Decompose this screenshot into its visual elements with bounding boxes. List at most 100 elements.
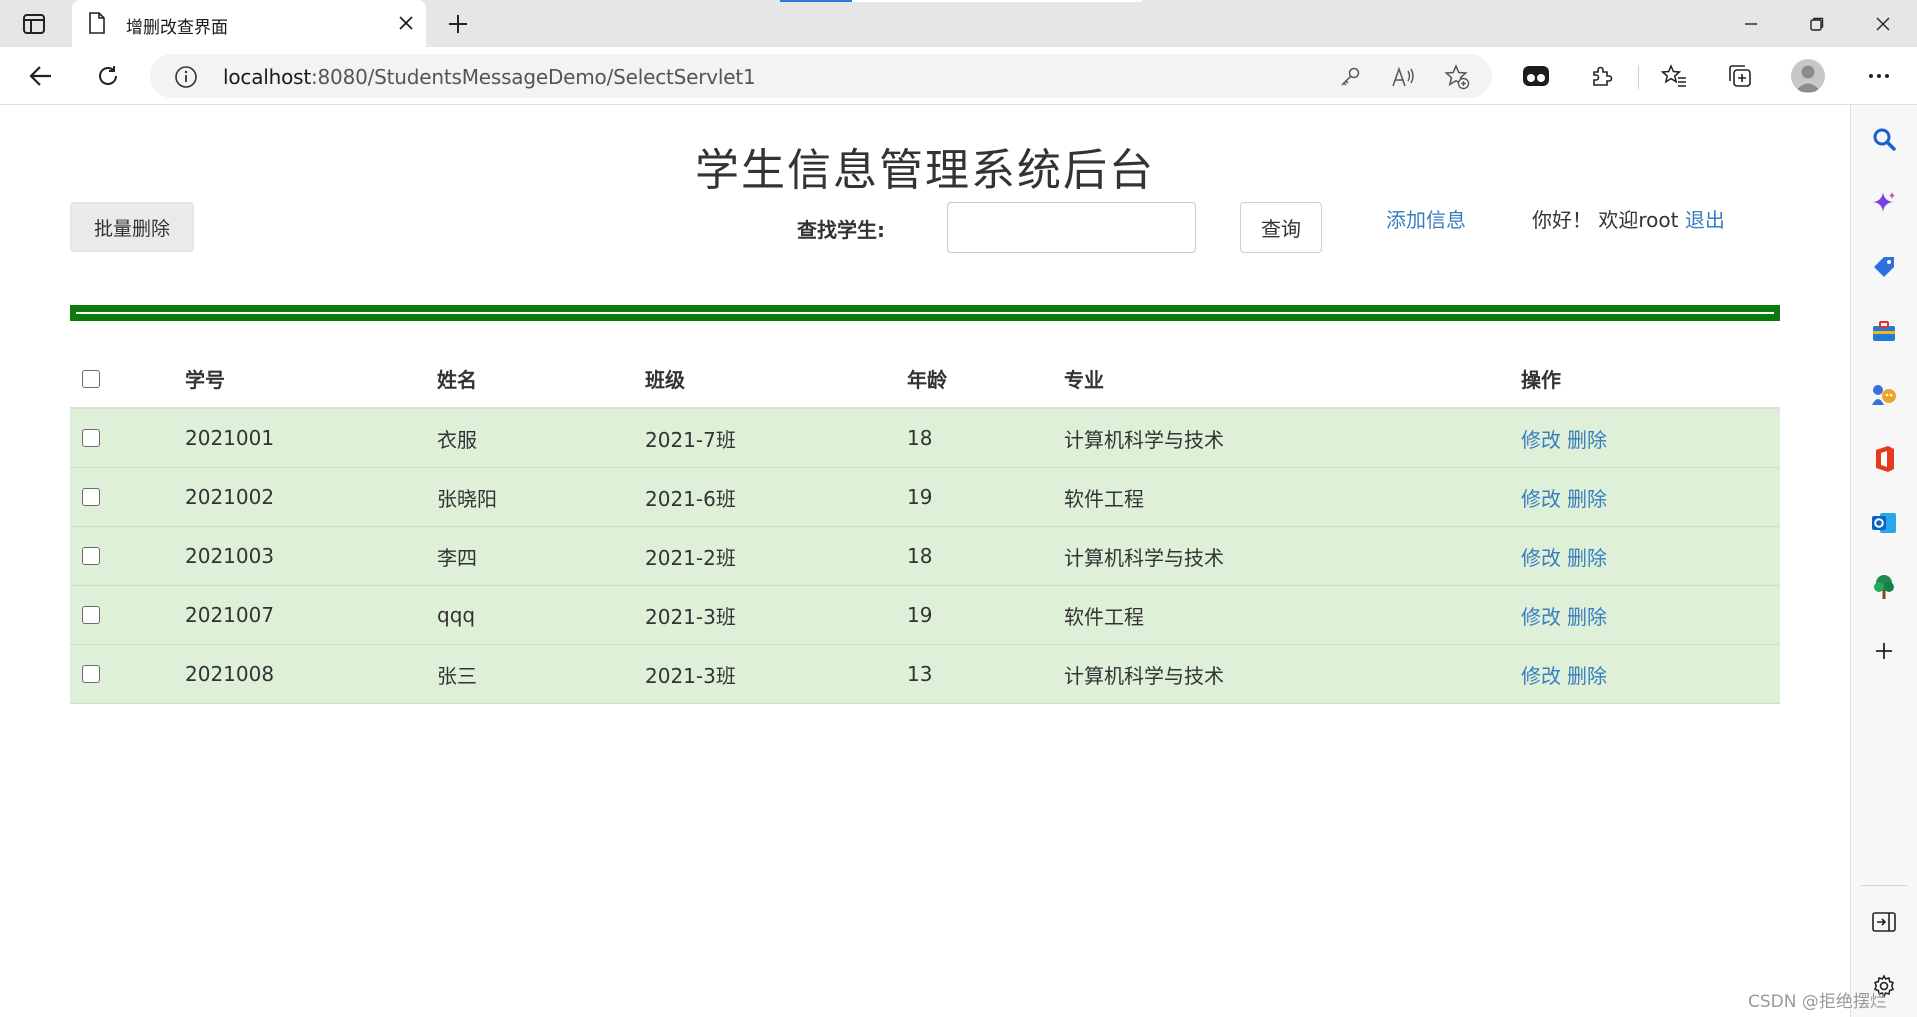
row-checkbox[interactable]	[82, 547, 100, 565]
batch-delete-button[interactable]: 批量删除	[70, 202, 194, 252]
welcome-text: 你好！ 欢迎root	[1532, 208, 1679, 232]
cell-major: 软件工程	[1064, 604, 1144, 629]
cell-class: 2021-3班	[645, 663, 736, 688]
cell-major: 计算机科学与技术	[1064, 427, 1224, 452]
address-bar[interactable]: localhost:8080/StudentsMessageDemo/Selec…	[150, 54, 1492, 98]
search-input[interactable]	[947, 202, 1196, 253]
cell-class: 2021-7班	[645, 427, 736, 452]
cell-actions: 修改 删除	[1521, 586, 1613, 644]
cell-id: 2021008	[185, 662, 275, 686]
cell-name: 衣服	[437, 427, 477, 452]
header-name: 姓名	[437, 368, 477, 392]
cell-age: 19	[907, 485, 933, 509]
edit-link[interactable]: 修改	[1521, 542, 1561, 571]
header-major: 专业	[1064, 368, 1104, 392]
cell-age: 18	[907, 426, 933, 450]
table-row: 2021001 衣服 2021-7班 18 计算机科学与技术 修改 删除	[70, 409, 1780, 468]
delete-link[interactable]: 删除	[1567, 483, 1607, 512]
tab-actions-icon[interactable]	[16, 8, 52, 40]
add-info-link[interactable]: 添加信息	[1386, 204, 1466, 233]
row-checkbox[interactable]	[82, 429, 100, 447]
cell-name: qqq	[437, 603, 476, 627]
add-favorite-icon[interactable]	[1443, 63, 1471, 91]
refresh-icon[interactable]	[90, 58, 126, 94]
key-icon[interactable]	[1336, 63, 1364, 91]
header-age: 年龄	[907, 368, 947, 392]
tree-icon[interactable]	[1868, 571, 1900, 603]
tools-briefcase-icon[interactable]	[1868, 315, 1900, 347]
add-icon[interactable]	[1868, 635, 1900, 667]
query-button[interactable]: 查询	[1240, 202, 1322, 253]
shopping-tag-icon[interactable]	[1868, 251, 1900, 283]
loading-indicator	[780, 0, 852, 2]
row-checkbox[interactable]	[82, 665, 100, 683]
games-icon[interactable]	[1868, 379, 1900, 411]
table-row: 2021003 李四 2021-2班 18 计算机科学与技术 修改 删除	[70, 527, 1780, 586]
edit-link[interactable]: 修改	[1521, 424, 1561, 453]
hide-sidebar-icon[interactable]	[1868, 906, 1900, 938]
table-row: 2021008 张三 2021-3班 13 计算机科学与技术 修改 删除	[70, 645, 1780, 704]
url-text: localhost:8080/StudentsMessageDemo/Selec…	[223, 65, 756, 89]
site-info-icon[interactable]	[174, 65, 198, 93]
logout-link[interactable]: 退出	[1685, 208, 1725, 232]
watermark-text: CSDN @拒绝摆烂	[1748, 992, 1887, 1012]
toolbar-separator	[1638, 65, 1639, 89]
back-arrow-icon[interactable]	[23, 58, 59, 94]
search-icon[interactable]	[1868, 123, 1900, 155]
cell-name: 张晓阳	[437, 486, 497, 511]
page-icon	[88, 12, 106, 38]
more-options-icon[interactable]	[1861, 58, 1897, 94]
minimize-icon[interactable]	[1718, 0, 1784, 47]
cell-age: 19	[907, 603, 933, 627]
cell-id: 2021001	[185, 426, 275, 450]
cell-actions: 修改 删除	[1521, 645, 1613, 703]
delete-link[interactable]: 删除	[1567, 542, 1607, 571]
extension-tab-icon[interactable]	[1518, 58, 1554, 94]
outlook-icon[interactable]	[1868, 507, 1900, 539]
loading-track	[852, 0, 1142, 2]
close-tab-icon[interactable]	[392, 9, 420, 37]
url-host: localhost	[223, 65, 311, 89]
tab-title: 增删改查界面	[126, 18, 228, 38]
browser-tab-bar: 增删改查界面	[0, 0, 1917, 47]
restore-icon[interactable]	[1784, 0, 1850, 47]
office-icon[interactable]	[1868, 443, 1900, 475]
extensions-puzzle-icon[interactable]	[1584, 58, 1620, 94]
cell-major: 计算机科学与技术	[1064, 663, 1224, 688]
read-aloud-icon[interactable]	[1390, 63, 1418, 91]
cell-major: 计算机科学与技术	[1064, 545, 1224, 570]
cell-major: 软件工程	[1064, 486, 1144, 511]
page-title: 学生信息管理系统后台	[695, 145, 1155, 196]
cell-class: 2021-2班	[645, 545, 736, 570]
url-path: :8080/StudentsMessageDemo/SelectServlet1	[310, 65, 756, 89]
cell-actions: 修改 删除	[1521, 468, 1613, 526]
sidebar-separator	[1861, 885, 1907, 886]
delete-link[interactable]: 删除	[1567, 424, 1607, 453]
table-header: 学号 姓名 班级 年龄 专业 操作	[70, 350, 1780, 409]
close-window-icon[interactable]	[1850, 0, 1916, 47]
select-all-checkbox[interactable]	[82, 369, 100, 388]
cell-class: 2021-3班	[645, 604, 736, 629]
cell-age: 13	[907, 662, 933, 686]
favorites-icon[interactable]	[1656, 58, 1692, 94]
edge-sidebar	[1850, 105, 1917, 1017]
collections-icon[interactable]	[1722, 58, 1758, 94]
copilot-sparkle-icon[interactable]	[1868, 187, 1900, 219]
profile-avatar[interactable]	[1791, 59, 1825, 93]
edit-link[interactable]: 修改	[1521, 660, 1561, 689]
edit-link[interactable]: 修改	[1521, 601, 1561, 630]
browser-toolbar: localhost:8080/StudentsMessageDemo/Selec…	[0, 47, 1917, 105]
edit-link[interactable]: 修改	[1521, 483, 1561, 512]
active-tab[interactable]: 增删改查界面	[72, 0, 426, 47]
row-checkbox[interactable]	[82, 606, 100, 624]
header-id: 学号	[185, 368, 225, 392]
search-label: 查找学生:	[797, 218, 885, 242]
table-row: 2021007 qqq 2021-3班 19 软件工程 修改 删除	[70, 586, 1780, 645]
delete-link[interactable]: 删除	[1567, 601, 1607, 630]
students-table: 学号 姓名 班级 年龄 专业 操作 2021001 衣服 2021-7班 18 …	[70, 350, 1780, 704]
row-checkbox[interactable]	[82, 488, 100, 506]
new-tab-icon[interactable]	[440, 8, 476, 40]
delete-link[interactable]: 删除	[1567, 660, 1607, 689]
cell-name: 李四	[437, 545, 477, 570]
cell-class: 2021-6班	[645, 486, 736, 511]
